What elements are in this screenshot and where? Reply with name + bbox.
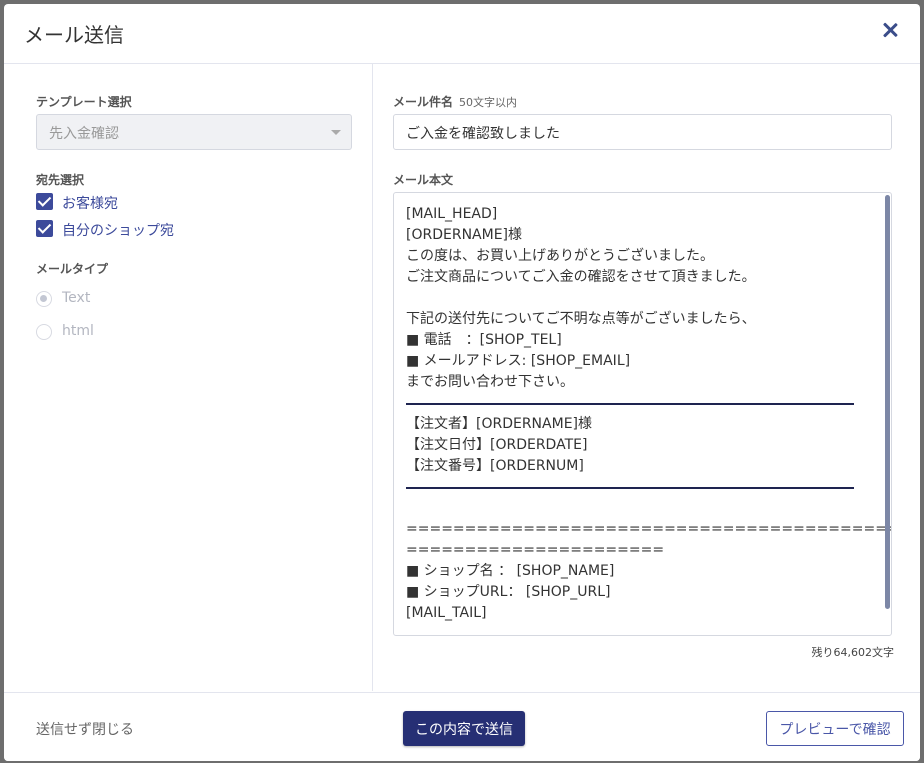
body-line: ========================================… (406, 521, 892, 537)
body-line: 【注文日付】[ORDERDATE] (406, 437, 588, 453)
body-textarea[interactable]: [MAIL_HEAD] [ORDERNAME]様 この度は、お買い上げありがとう… (393, 192, 892, 636)
body-line: [MAIL_TAIL] (406, 605, 487, 621)
close-without-send-link[interactable]: 送信せず閉じる (36, 719, 134, 739)
recipient-customer-checkbox[interactable] (36, 193, 53, 210)
body-line: ====================== (406, 542, 665, 558)
template-select-label: テンプレート選択 (36, 95, 132, 109)
subject-hint: 50文字以内 (459, 96, 518, 109)
subject-label-text: メール件名 (393, 95, 454, 109)
body-line: [ORDERNAME]様 (406, 227, 522, 243)
subject-label: メール件名 50文字以内 (393, 93, 517, 110)
recipient-label: 宛先選択 (36, 173, 85, 187)
body-line: ご注文商品についてご入金の確認をさせて頂きました。 (406, 269, 756, 285)
body-line: までお問い合わせ下さい。 (406, 374, 574, 390)
dialog-title: メール送信 (24, 23, 124, 47)
body-scrollbar[interactable] (885, 195, 890, 609)
recipient-shop-checkbox[interactable] (36, 220, 53, 237)
body-line: ■ 電話 ：[SHOP_TEL] (406, 332, 562, 348)
close-icon[interactable] (878, 18, 902, 42)
body-divider (406, 403, 854, 405)
mail-send-dialog: メール送信 テンプレート選択 先入金確認 宛先選択 お客様宛 自分のショップ宛 … (4, 4, 920, 761)
recipient-shop-label[interactable]: 自分のショップ宛 (62, 220, 174, 240)
body-line: この度は、お買い上げありがとうございました。 (406, 248, 714, 264)
preview-button[interactable]: プレビューで確認 (766, 711, 904, 746)
body-line: ■ ショップ名 ： [SHOP_NAME] (406, 563, 615, 579)
dialog-footer: 送信せず閉じる この内容で送信 プレビューで確認 (4, 692, 920, 761)
subject-input[interactable]: ご入金を確認致しました (393, 114, 892, 150)
recipient-customer-label[interactable]: お客様宛 (62, 193, 118, 213)
template-select-value: 先入金確認 (49, 126, 119, 142)
body-line: [MAIL_HEAD] (406, 206, 498, 222)
left-panel: テンプレート選択 先入金確認 宛先選択 お客様宛 自分のショップ宛 メールタイプ… (4, 64, 373, 691)
body-line: ■ メールアドレス: [SHOP_EMAIL] (406, 353, 631, 369)
chevron-down-icon (331, 130, 341, 135)
body-line: 下記の送付先についてご不明な点等がございましたら、 (406, 311, 756, 327)
subject-value: ご入金を確認致しました (406, 126, 560, 142)
right-panel: メール件名 50文字以内 ご入金を確認致しました メール本文 [MAIL_HEAD… (373, 64, 920, 691)
dialog-header: メール送信 (4, 4, 920, 64)
mail-type-html-radio[interactable] (36, 324, 52, 340)
body-line: 【注文番号】[ORDERNUM] (406, 458, 584, 474)
mail-type-label: メールタイプ (36, 262, 109, 276)
body-line: 【注文者】[ORDERNAME]様 (406, 416, 592, 432)
mail-type-text-radio[interactable] (36, 291, 52, 307)
body-label: メール本文 (393, 173, 454, 187)
send-button[interactable]: この内容で送信 (403, 711, 525, 746)
mail-type-text-label[interactable]: Text (62, 290, 90, 306)
body-line: ■ ショップURL： [SHOP_URL] (406, 584, 611, 600)
remaining-chars: 残り64,602文字 (811, 646, 895, 659)
mail-type-html-label[interactable]: html (62, 323, 94, 339)
template-select[interactable]: 先入金確認 (36, 114, 352, 150)
body-divider (406, 487, 854, 489)
